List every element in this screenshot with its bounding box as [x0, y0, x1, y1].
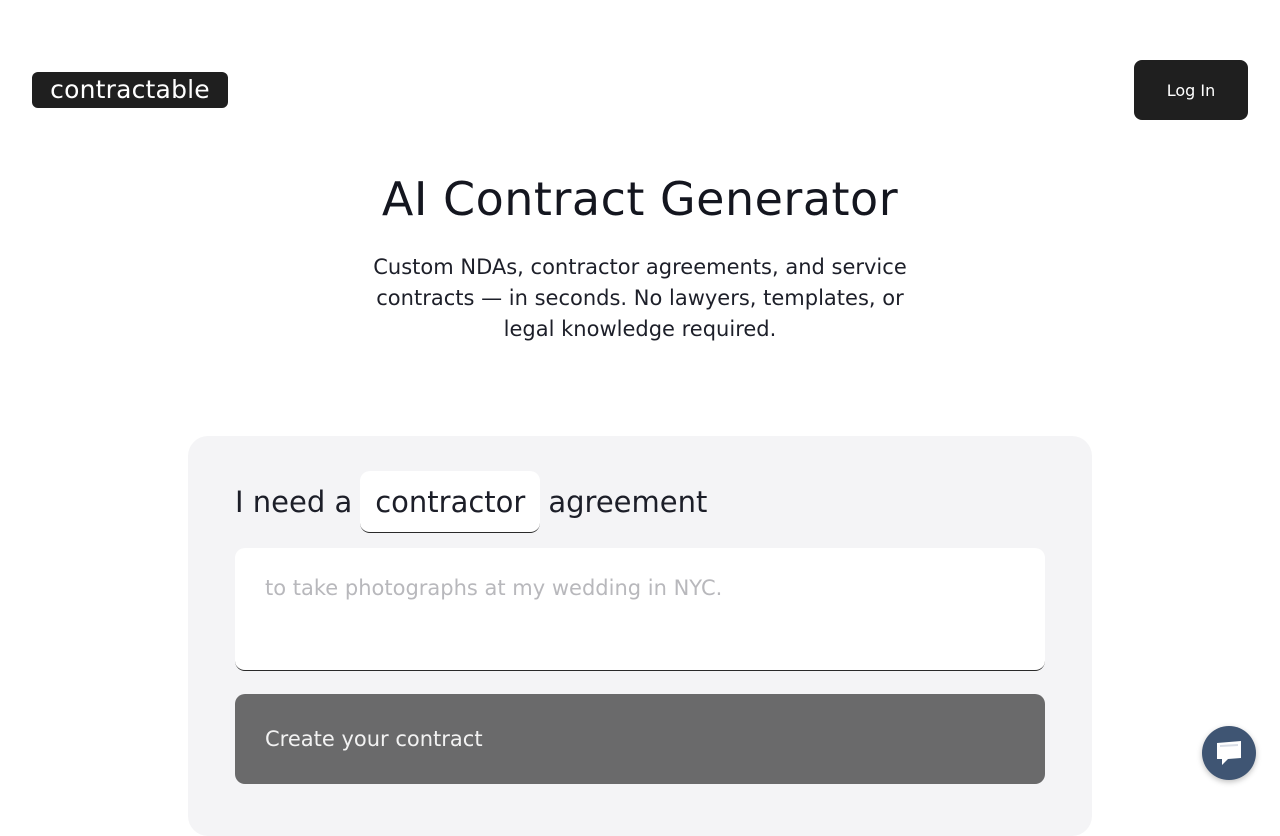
- contract-type-value: contractor: [375, 484, 526, 519]
- create-contract-button[interactable]: Create your contract: [235, 694, 1045, 784]
- sentence-prefix: I need a: [235, 485, 353, 519]
- chat-widget-button[interactable]: [1202, 726, 1256, 780]
- chat-icon: [1217, 741, 1241, 765]
- sentence-suffix: agreement: [548, 485, 708, 519]
- logo-text: contractable: [50, 75, 210, 104]
- page-subtitle: Custom NDAs, contractor agreements, and …: [373, 255, 907, 341]
- contract-form-card: I need a contractor agreement Create you…: [188, 436, 1092, 836]
- contract-type-sentence: I need a contractor agreement: [235, 471, 707, 533]
- contract-type-select[interactable]: contractor: [360, 471, 541, 533]
- logo[interactable]: contractable: [32, 72, 228, 108]
- login-button[interactable]: Log In: [1134, 60, 1248, 120]
- contract-description-input[interactable]: [235, 548, 1045, 671]
- page-title: AI Contract Generator: [381, 172, 899, 226]
- top-bar: contractable Log In: [0, 0, 1280, 150]
